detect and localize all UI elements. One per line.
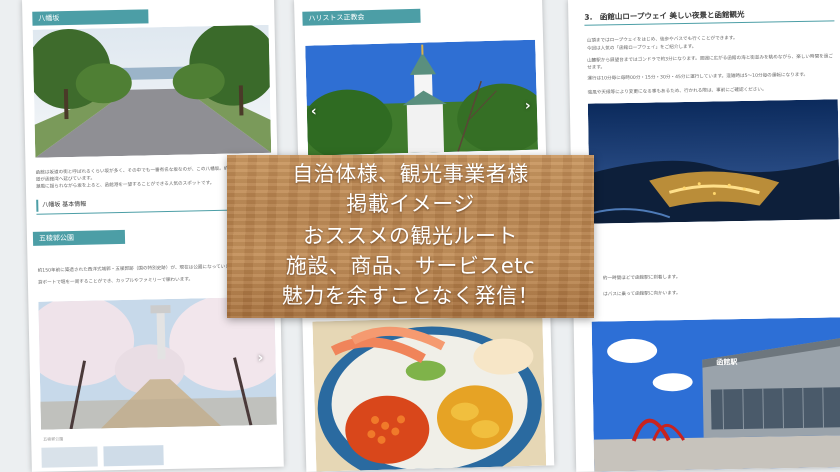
section-tag-hachimanzaka: 八幡坂 xyxy=(32,9,149,26)
ropeway-text-3: 山麓駅から展望台まではゴンドラで約3分になります。周囲に広がる函館の海と街並みを… xyxy=(587,54,834,71)
wood-banner: 自治体様、観光事業者様 掲載イメージ おススメの観光ルート 施設、商品、サービス… xyxy=(227,155,594,318)
banner-line-3: おススメの観光ルート xyxy=(303,224,518,248)
banner-line-1: 自治体様、観光事業者様 xyxy=(292,162,529,186)
section-tag-harisutosu: ハリストス正教会 xyxy=(302,8,421,26)
ropeway-text-5: 強風や天候等により変更になる事もあるため、行かれる際は、事前にご確認ください。 xyxy=(587,87,767,96)
goryokaku-caption: 五稜郭公園 xyxy=(43,436,64,442)
right-arrow-icon-church[interactable]: › xyxy=(525,98,531,114)
thumbnail-1[interactable] xyxy=(41,446,98,468)
station-sign: 函館駅 xyxy=(716,358,738,367)
section-tag-goryokaku: 五稜郭公園 xyxy=(32,229,126,246)
hachimanzaka-info-heading: 八幡坂 基本情報 xyxy=(42,200,87,209)
ropeway-text-7: はバスに乗って函館駅に向かいます。 xyxy=(603,291,681,298)
right-arrow-icon[interactable]: › xyxy=(257,350,263,366)
ropeway-text-6: 約一時間ほどで函館駅に到着します。 xyxy=(602,275,681,282)
right-page: 3. 函館山ロープウェイ 美しい夜景と函館観光 山頂まではロープウェイをはじめ、… xyxy=(568,0,840,472)
thumbnail-2[interactable] xyxy=(103,445,164,467)
info-marker xyxy=(36,199,39,212)
hachimanzaka-photo xyxy=(32,24,272,158)
left-arrow-icon[interactable]: ‹ xyxy=(311,103,317,119)
ropeway-heading: 3. 函館山ロープウェイ 美しい夜景と函館観光 xyxy=(584,9,745,22)
banner-line-4: 施設、商品、サービスetc xyxy=(285,254,536,278)
kaisendon-photo xyxy=(312,315,547,472)
night-view-photo xyxy=(587,99,840,224)
ropeway-text-4: 運行は10分毎に毎時00分・15分・30分・45分に運行しています。混雑時は5〜… xyxy=(587,72,809,82)
banner-line-5: 魅力を余すことなく発信！ xyxy=(281,284,540,308)
hakodate-station-photo xyxy=(591,317,840,472)
harisutosu-church-photo xyxy=(305,39,539,156)
banner-line-2: 掲載イメージ xyxy=(346,192,475,216)
